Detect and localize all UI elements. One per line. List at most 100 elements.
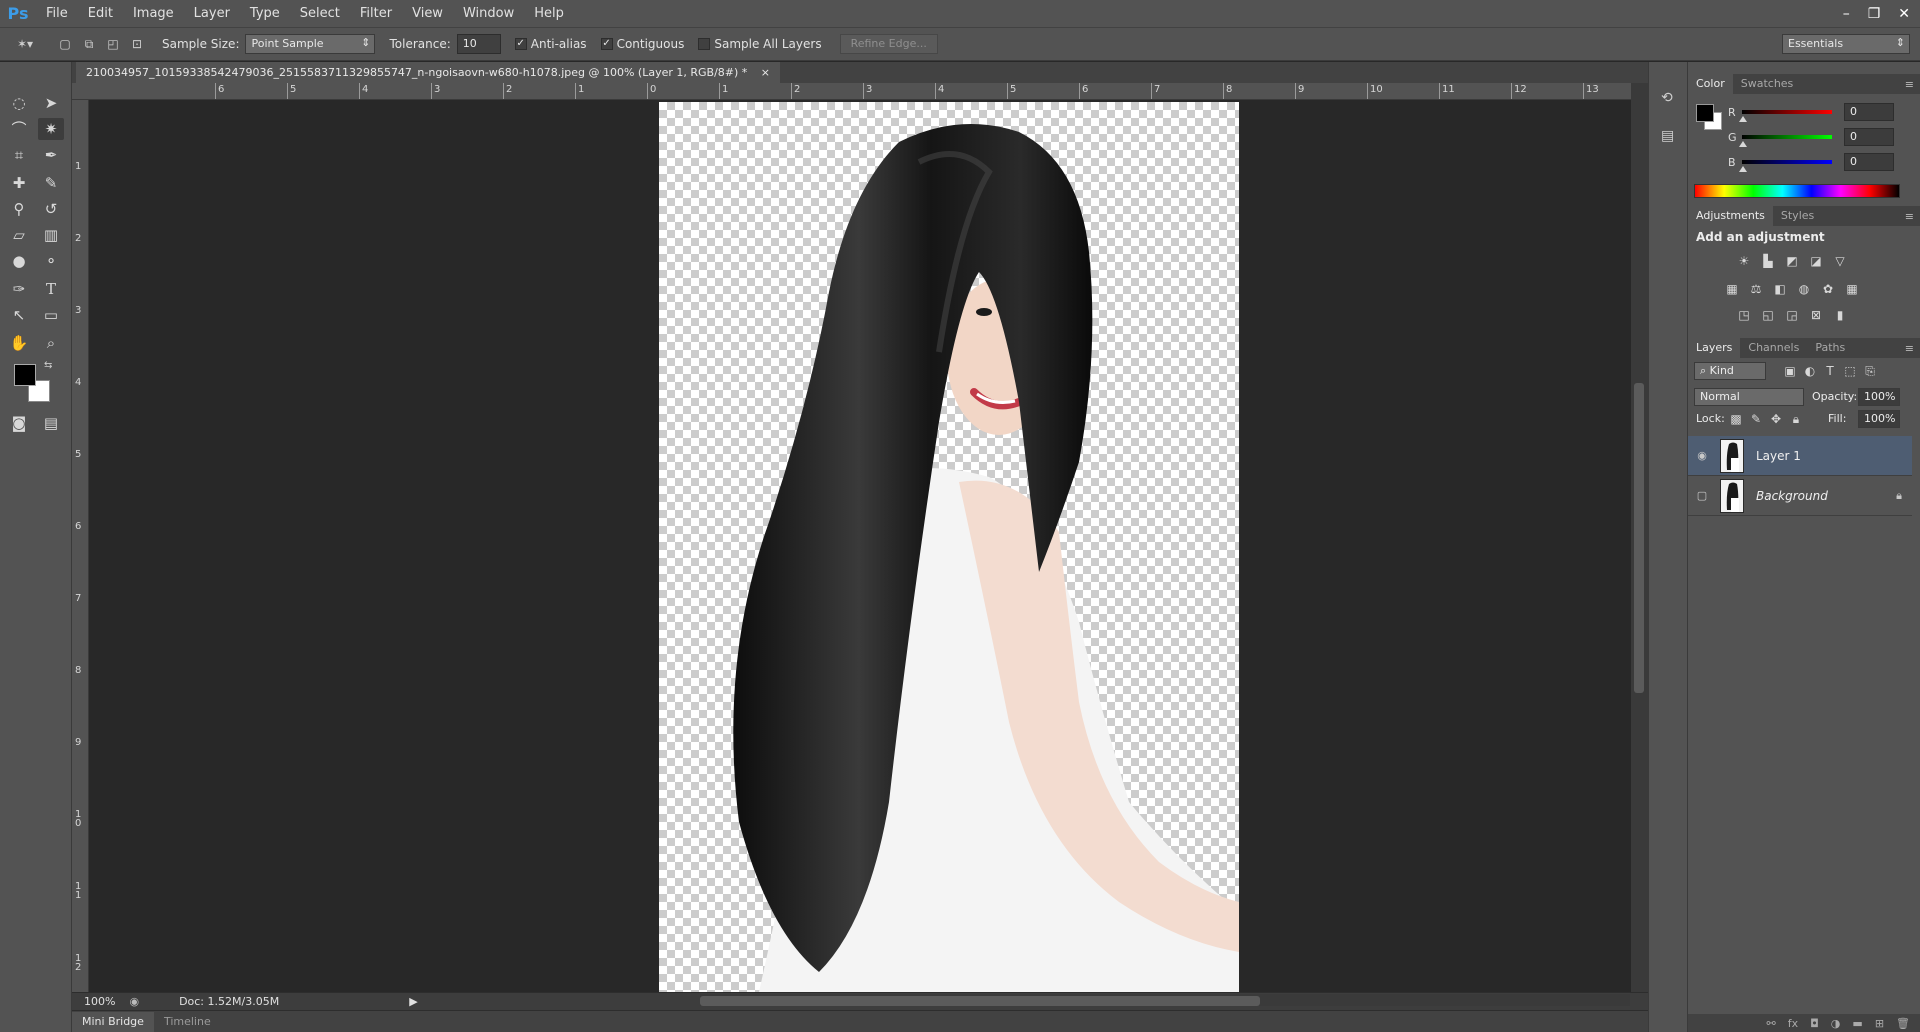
hue-saturation-icon[interactable]: ▦ <box>1724 282 1740 296</box>
tab-channels[interactable]: Channels <box>1740 338 1807 358</box>
eraser-tool-icon[interactable]: ▱ <box>6 224 32 246</box>
tab-paths[interactable]: Paths <box>1807 338 1853 358</box>
foreground-color-swatch-top[interactable] <box>14 364 36 386</box>
crop-tool-icon[interactable]: ⌗ <box>6 144 32 166</box>
menu-filter[interactable]: Filter <box>350 0 402 27</box>
layer-row-background[interactable]: ▢ Background 🔒︎ <box>1688 476 1912 516</box>
blend-mode-select[interactable]: Normal <box>1694 388 1804 406</box>
link-layers-icon[interactable]: ⚯ <box>1766 1017 1775 1030</box>
red-slider[interactable] <box>1739 110 1832 122</box>
vertical-scroll-thumb[interactable] <box>1634 383 1644 693</box>
layer-row-layer-1[interactable]: ◉ Layer 1 <box>1688 436 1912 476</box>
tab-timeline[interactable]: Timeline <box>154 1012 221 1032</box>
tolerance-input[interactable]: 10 <box>456 34 501 54</box>
lock-position-icon[interactable]: ✥ <box>1768 412 1784 426</box>
menu-layer[interactable]: Layer <box>184 0 240 27</box>
visibility-toggle[interactable]: ▢ <box>1692 489 1712 502</box>
layer-mask-icon[interactable]: ◘ <box>1810 1017 1819 1030</box>
magic-wand-tool-icon[interactable]: ✷ <box>38 118 64 140</box>
status-menu-arrow-icon[interactable]: ▶ <box>409 995 417 1008</box>
canvas-area[interactable] <box>89 100 1631 992</box>
clone-stamp-icon[interactable]: ⚲ <box>6 198 32 220</box>
filter-adjustment-icon[interactable]: ◐ <box>1802 364 1818 378</box>
properties-panel-icon[interactable]: ▤ <box>1661 128 1674 144</box>
curves-icon[interactable]: ◩ <box>1784 254 1800 268</box>
green-slider-row[interactable]: G 0 <box>1728 127 1918 147</box>
blue-slider-row[interactable]: B 0 <box>1728 152 1918 172</box>
fill-input[interactable]: 100% <box>1858 410 1900 428</box>
sample-size-select[interactable]: Point Sample ⇕ <box>245 34 376 54</box>
layer-name[interactable]: Background <box>1756 489 1828 503</box>
hand-tool-icon[interactable]: ✋ <box>6 332 32 354</box>
black-white-icon[interactable]: ◧ <box>1772 282 1788 296</box>
opacity-input[interactable]: 100% <box>1858 388 1900 406</box>
pen-tool-icon[interactable]: ✑ <box>6 278 32 300</box>
subtract-from-selection-icon[interactable]: ◰ <box>104 35 122 53</box>
tab-swatches[interactable]: Swatches <box>1733 74 1802 94</box>
refine-edge-button[interactable]: Refine Edge... <box>839 34 938 54</box>
tab-adjustments[interactable]: Adjustments <box>1688 206 1773 226</box>
blue-value-input[interactable]: 0 <box>1844 153 1894 171</box>
horizontal-scrollbar[interactable] <box>700 994 1630 1006</box>
invert-icon[interactable]: ◳ <box>1736 308 1752 322</box>
vibrance-icon[interactable]: ▽ <box>1832 254 1848 268</box>
blur-tool-icon[interactable]: ● <box>6 250 32 272</box>
lock-transparent-icon[interactable]: ▩ <box>1728 412 1744 426</box>
gradient-map-icon[interactable]: ▮ <box>1832 308 1848 322</box>
filter-smart-object-icon[interactable]: ⎘ <box>1862 364 1878 378</box>
green-slider[interactable] <box>1739 135 1832 147</box>
rectangle-tool-icon[interactable]: ▭ <box>38 304 64 326</box>
horizontal-scroll-thumb[interactable] <box>700 996 1260 1006</box>
screen-mode-icon[interactable]: ▤ <box>38 412 64 434</box>
menu-view[interactable]: View <box>402 0 453 27</box>
magic-wand-preset-icon[interactable]: ✶▾ <box>16 35 34 53</box>
panel-menu-icon[interactable]: ≡ <box>1905 342 1914 355</box>
anti-alias-checkbox[interactable]: ✓ <box>514 38 527 50</box>
new-selection-icon[interactable]: ▢ <box>56 35 74 53</box>
history-panel-icon[interactable]: ⟲ <box>1661 90 1673 106</box>
layer-style-icon[interactable]: fx <box>1788 1017 1798 1030</box>
document-canvas[interactable] <box>659 102 1239 992</box>
photo-filter-icon[interactable]: ◍ <box>1796 282 1812 296</box>
intersect-selection-icon[interactable]: ⊡ <box>128 35 146 53</box>
red-slider-knob[interactable] <box>1739 116 1747 122</box>
tab-color[interactable]: Color <box>1688 74 1733 94</box>
eyedropper-tool-icon[interactable]: ✒ <box>38 144 64 166</box>
close-tab-icon[interactable]: × <box>761 66 770 79</box>
sample-all-layers-checkbox[interactable] <box>698 38 711 50</box>
marquee-tool-icon[interactable]: ◌ <box>6 92 32 114</box>
zoom-level[interactable]: 100% <box>84 995 115 1008</box>
menu-type[interactable]: Type <box>240 0 290 27</box>
panel-menu-icon[interactable]: ≡ <box>1905 210 1914 223</box>
menu-window[interactable]: Window <box>453 0 524 27</box>
brightness-icon[interactable]: ☀ <box>1736 254 1752 268</box>
path-selection-icon[interactable]: ↖ <box>6 304 32 326</box>
status-info-icon[interactable]: ◉ <box>129 995 139 1008</box>
eye-icon[interactable]: ◉ <box>1692 449 1712 462</box>
selective-color-icon[interactable]: ⊠ <box>1808 308 1824 322</box>
layer-filter-select[interactable]: ⌕ Kind <box>1694 362 1766 380</box>
move-tool-icon[interactable]: ➤ <box>38 92 64 114</box>
blue-slider[interactable] <box>1739 160 1832 172</box>
contiguous-checkbox[interactable]: ✓ <box>600 38 613 50</box>
blue-slider-knob[interactable] <box>1739 166 1747 172</box>
filter-shape-icon[interactable]: ⬚ <box>1842 364 1858 378</box>
new-adjustment-icon[interactable]: ◑ <box>1831 1017 1841 1030</box>
menu-file[interactable]: File <box>36 0 78 27</box>
tab-layers[interactable]: Layers <box>1688 338 1741 358</box>
red-slider-row[interactable]: R 0 <box>1728 102 1918 122</box>
filter-pixel-icon[interactable]: ▣ <box>1782 364 1798 378</box>
tab-mini-bridge[interactable]: Mini Bridge <box>72 1011 154 1032</box>
document-tab[interactable]: 210034957_10159338542479036_251558371132… <box>76 62 781 83</box>
minimize-button[interactable]: – <box>1843 6 1850 22</box>
history-brush-icon[interactable]: ↺ <box>38 198 64 220</box>
levels-icon[interactable]: ▙ <box>1760 254 1776 268</box>
lasso-tool-icon[interactable]: ⌒ <box>6 118 32 140</box>
gradient-tool-icon[interactable]: ▥ <box>38 224 64 246</box>
vertical-scrollbar[interactable] <box>1631 83 1648 992</box>
brush-tool-icon[interactable]: ✎ <box>38 172 64 194</box>
panel-menu-icon[interactable]: ≡ <box>1905 78 1914 91</box>
color-lookup-icon[interactable]: ▦ <box>1844 282 1860 296</box>
channel-mixer-icon[interactable]: ✿ <box>1820 282 1836 296</box>
new-group-icon[interactable]: ▬ <box>1852 1017 1862 1030</box>
